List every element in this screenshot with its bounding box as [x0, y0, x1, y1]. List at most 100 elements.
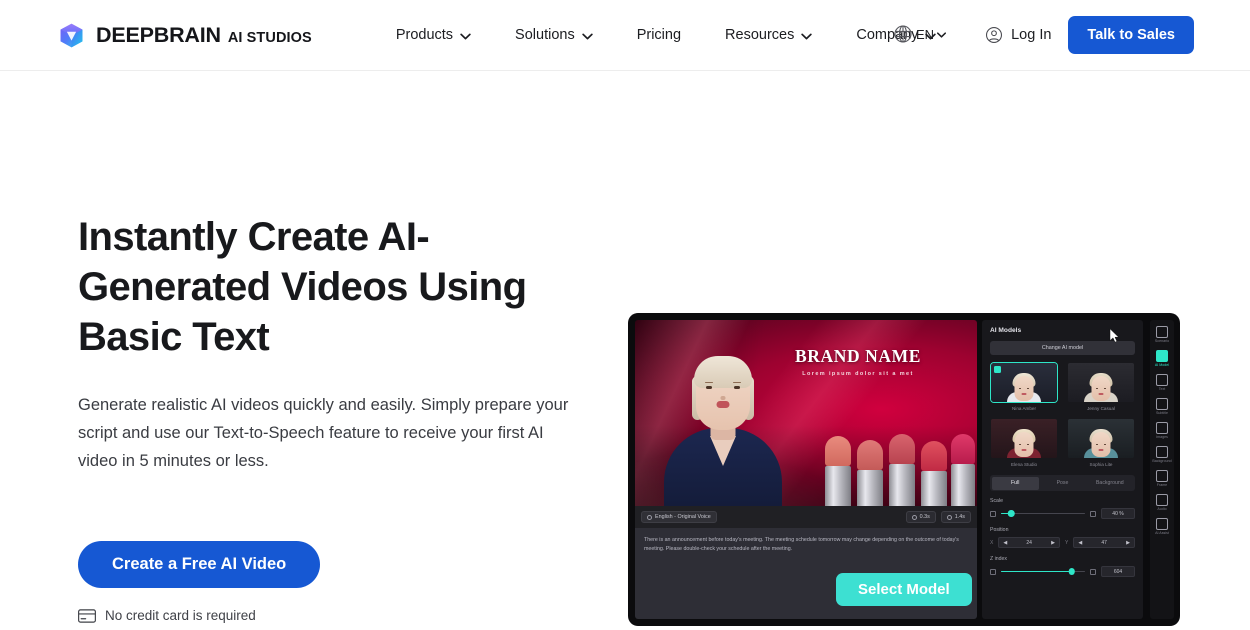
page-title: Instantly Create AI-Generated Videos Usi…	[78, 215, 527, 359]
canvas-brand-text: BRAND NAME Lorem ipsum dolor sit a met	[763, 346, 953, 377]
rail-item-audio[interactable]: Audio	[1150, 492, 1174, 513]
login-label: Log In	[1011, 27, 1052, 43]
chevron-down-icon	[801, 31, 813, 40]
duration-pill[interactable]: 0.3s	[905, 511, 936, 523]
scale-control: 40 %	[990, 508, 1135, 519]
zindex-label: Z index	[990, 556, 1008, 562]
avatar-icon	[1156, 350, 1168, 362]
rail-label: Audio	[1157, 507, 1167, 511]
chevron-down-icon	[937, 31, 947, 38]
globe-icon	[893, 24, 913, 44]
voice-selector-pill[interactable]: English - Original Voice	[641, 511, 717, 523]
model-card[interactable]: Jenny Casual	[1067, 362, 1135, 411]
language-label: EN	[916, 26, 935, 42]
no-credit-card-label: No credit card is required	[105, 608, 256, 623]
rail-item-ai-assist[interactable]: AI Assist	[1150, 516, 1174, 537]
talk-to-sales-button[interactable]: Talk to Sales	[1068, 16, 1194, 54]
canvas-toolbar: English - Original Voice 0.3s 1.4s	[635, 506, 977, 528]
ai-models-panel: AI Models Change AI model Nina Amber Jen…	[982, 320, 1143, 619]
frame-icon	[1156, 470, 1168, 482]
position-x-field[interactable]: ◀ 24 ▶	[998, 537, 1060, 548]
video-canvas[interactable]: BRAND NAME Lorem ipsum dolor sit a met	[635, 320, 977, 506]
change-ai-model-button[interactable]: Change AI model	[990, 341, 1135, 355]
rail-item-scenario[interactable]: Scenario	[1150, 324, 1174, 345]
timer-icon	[946, 514, 952, 520]
model-name: Jenny Casual	[1087, 406, 1115, 411]
nav-item-solutions[interactable]: Solutions	[493, 19, 615, 51]
app-mockup: BRAND NAME Lorem ipsum dolor sit a met E…	[628, 313, 1180, 626]
rail-item-frame[interactable]: Frame	[1150, 468, 1174, 489]
nav-item-pricing[interactable]: Pricing	[615, 19, 703, 51]
main-nav: Products Solutions Pricing Resources Com…	[374, 19, 959, 51]
nav-label: Pricing	[636, 27, 682, 43]
position-y-value: 47	[1101, 539, 1107, 546]
clock-icon	[911, 514, 917, 520]
ai-assist-icon	[1156, 518, 1168, 530]
length-pill[interactable]: 1.4s	[940, 511, 971, 523]
lock-icon[interactable]	[1090, 510, 1096, 517]
chevron-down-icon	[460, 31, 471, 40]
length-label: 1.4s	[954, 514, 965, 520]
model-card[interactable]: Elena Studio	[990, 418, 1058, 467]
user-circle-icon	[985, 26, 1003, 44]
rail-label: Background	[1152, 459, 1172, 463]
nav-item-resources[interactable]: Resources	[703, 19, 834, 51]
position-x-value: 24	[1026, 539, 1032, 546]
scale-icon	[990, 510, 996, 517]
scale-value[interactable]: 40 %	[1101, 508, 1135, 519]
text-icon	[1156, 374, 1168, 386]
brand-name: DEEPBRAIN	[96, 22, 221, 47]
brand-sub: AI STUDIOS	[227, 29, 312, 46]
scale-label: Scale	[990, 498, 1003, 504]
scale-slider[interactable]	[1001, 510, 1085, 517]
model-name: Nina Amber	[1011, 406, 1036, 411]
header-actions: Log In Talk to Sales	[985, 16, 1194, 54]
zindex-slider[interactable]	[1001, 568, 1085, 575]
rail-item-background[interactable]: Background	[1150, 444, 1174, 465]
layers-icon	[990, 568, 996, 575]
rail-label: Images	[1156, 435, 1168, 439]
nav-label: Solutions	[515, 27, 575, 43]
language-selector[interactable]: EN	[893, 24, 947, 44]
tab-full[interactable]: Full	[991, 476, 1039, 490]
chevron-down-icon	[581, 31, 593, 40]
hero-copy: Instantly Create AI-Generated Videos Usi…	[78, 71, 618, 623]
zindex-control: 604	[990, 566, 1135, 577]
rail-item-subtitle[interactable]: Subtitle	[1150, 396, 1174, 417]
rail-item-text[interactable]: Text	[1150, 372, 1174, 393]
model-card[interactable]: Sophia Lite	[1067, 418, 1135, 467]
position-y-label: Y	[1065, 539, 1069, 546]
background-icon	[1156, 446, 1168, 458]
login-button[interactable]: Log In	[985, 26, 1051, 44]
view-tabs: Full Pose Background	[990, 475, 1135, 491]
brand-logo[interactable]: DEEPBRAIN AI STUDIOS	[58, 22, 312, 49]
hero-subtitle: Generate realistic AI videos quickly and…	[78, 396, 569, 470]
rail-item-ai-model[interactable]: AI Model	[1150, 348, 1174, 369]
rail-label: Subtitle	[1156, 411, 1168, 415]
voice-icon	[647, 514, 652, 520]
nav-item-products[interactable]: Products	[374, 19, 493, 51]
credit-card-icon	[78, 608, 96, 623]
zindex-value[interactable]: 604	[1101, 566, 1135, 577]
model-name: Sophia Lite	[1089, 462, 1113, 467]
position-y-field[interactable]: ◀ 47 ▶	[1073, 537, 1135, 548]
order-icon[interactable]	[1090, 568, 1096, 575]
model-card[interactable]: Nina Amber	[990, 362, 1058, 411]
rail-label: AI Assist	[1155, 531, 1169, 535]
lipstick-products	[799, 428, 975, 506]
position-control: X ◀ 24 ▶ Y ◀ 47 ▶	[990, 537, 1135, 548]
rail-label: AI Model	[1154, 363, 1170, 367]
rail-item-images[interactable]: Images	[1150, 420, 1174, 441]
tab-background[interactable]: Background	[1086, 477, 1133, 490]
model-name: Elena Studio	[1010, 462, 1038, 467]
hero-section: Instantly Create AI-Generated Videos Usi…	[0, 71, 1250, 630]
rail-label: Scenario	[1154, 339, 1170, 343]
select-model-tooltip[interactable]: Select Model	[836, 573, 972, 606]
position-label: Position	[990, 527, 1009, 533]
tab-pose[interactable]: Pose	[1039, 477, 1086, 490]
rail-label: Text	[1158, 387, 1166, 391]
create-free-ai-video-button[interactable]: Create a Free AI Video	[78, 541, 321, 588]
mouse-cursor-icon	[1109, 328, 1120, 343]
no-credit-card-note: No credit card is required	[78, 608, 618, 623]
scenes-icon	[1156, 326, 1168, 338]
